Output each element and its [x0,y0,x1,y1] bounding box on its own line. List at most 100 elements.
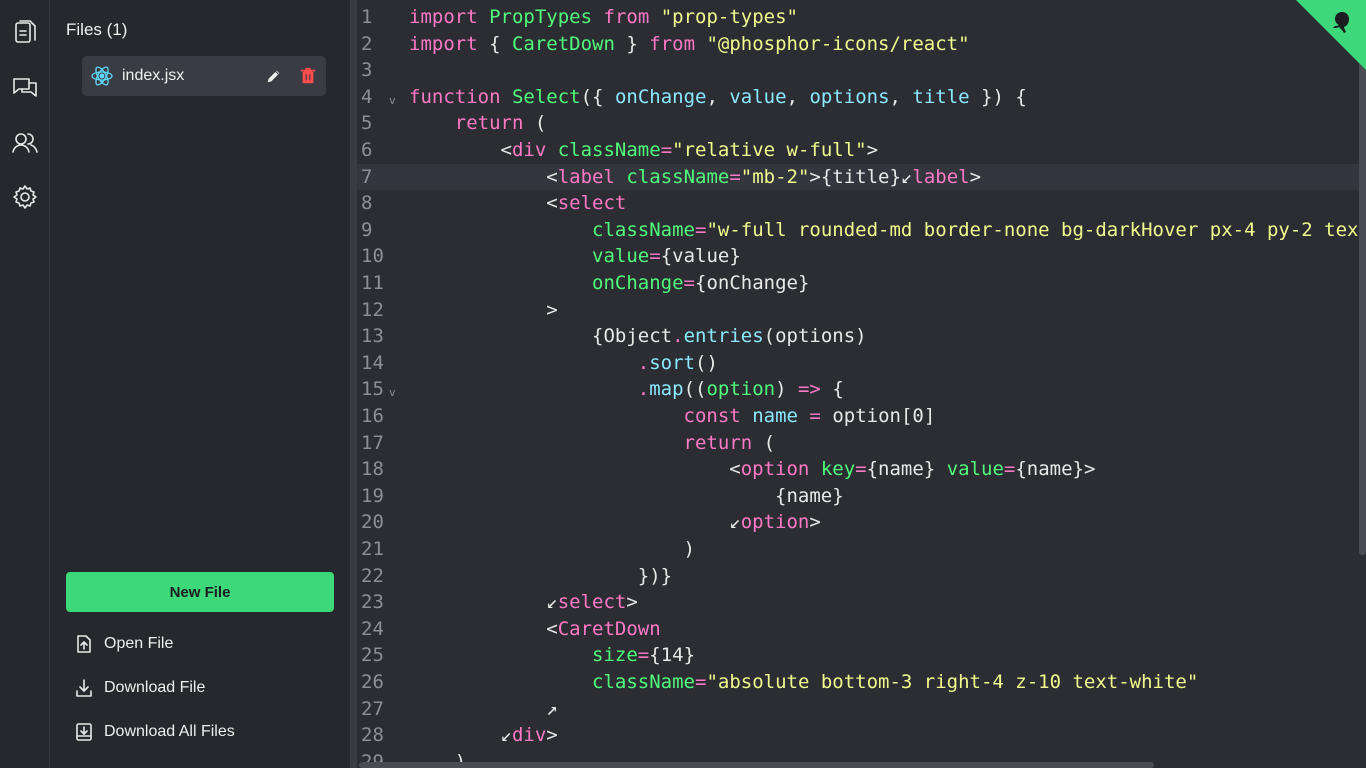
pencil-icon[interactable] [262,64,286,88]
line-number: 22 [361,564,384,587]
code-text: ↗ [409,697,558,720]
line-number: 15 [361,378,384,401]
code-line[interactable]: 18 <option key={name} value={name}> [357,456,1366,483]
code-line[interactable]: 7 <label className="mb-2">{title}↙label> [357,163,1366,191]
code-line[interactable]: 26 className="absolute bottom-3 right-4 … [357,669,1366,696]
code-line[interactable]: 23 ↙select> [357,589,1366,616]
code-line[interactable]: 16 const name = option[0] [357,403,1366,430]
line-number: 20 [361,511,384,534]
code-line[interactable]: 11 onChange={onChange} [357,270,1366,297]
line-number: 9 [361,218,373,241]
download-icon [76,679,92,697]
line-number: 8 [361,192,373,215]
code-text: ↙select> [409,591,638,614]
line-number: 1 [361,6,373,28]
code-line[interactable]: 21 ) [357,536,1366,563]
code-text: .map((option) => { [637,378,844,401]
code-text: value={value} [592,245,741,268]
line-number: 27 [361,697,384,720]
code-line[interactable]: 27 ↗ [357,696,1366,723]
download-all-files-button[interactable]: Download All Files [74,718,235,746]
line-number: 28 [361,724,384,747]
code-line[interactable]: 14 .sort() [357,350,1366,377]
code-line[interactable]: 9 className="w-full rounded-md border-no… [357,217,1366,244]
trash-icon[interactable] [296,64,320,88]
line-number: 2 [361,32,373,55]
code-line[interactable]: 20 ↙option> [357,509,1366,536]
files-icon[interactable] [9,16,41,48]
code-text: return ( [454,112,547,135]
line-number: 10 [361,245,384,268]
line-number: 13 [361,325,384,348]
line-number: 21 [361,538,384,560]
code-text: ↙option> [409,511,821,534]
code-text: > [409,298,558,321]
code-text: ↙div> [409,724,558,747]
code-text: const name = option[0] [683,405,936,427]
line-number: 16 [361,405,384,427]
vertical-scrollbar[interactable] [1359,0,1366,555]
code-line[interactable]: 1 import PropTypes from "prop-types" [357,4,1366,31]
code-line[interactable]: 24 <CaretDown [357,616,1366,643]
code-text: <CaretDown [409,617,661,640]
code-line[interactable]: 10 value={value} [357,243,1366,270]
code-line[interactable]: 28 ↙div> [357,722,1366,749]
tray-arrow-down-icon [76,723,92,741]
chat-icon[interactable] [9,72,41,104]
download-file-button[interactable]: Download File [74,674,205,702]
line-number: 25 [361,644,384,667]
code-line[interactable]: 15 v .map((option) => { [357,376,1366,403]
code-text: return ( [683,431,776,454]
code-line[interactable]: 22 })} [357,563,1366,590]
line-number: 11 [361,272,384,294]
users-icon[interactable] [9,127,41,159]
resize-handle[interactable] [350,0,357,768]
fold-chevron-icon[interactable]: v [389,88,396,115]
download-file-label: Download File [104,679,206,696]
new-file-button[interactable]: New File [66,572,334,612]
line-number: 12 [361,298,384,321]
line-number: 14 [361,351,384,374]
code-line[interactable]: 8 <select [357,190,1366,217]
line-number: 24 [361,617,384,640]
code-line[interactable]: 5 return ( [357,110,1366,137]
line-number: 5 [361,112,373,135]
code-line[interactable]: 3 [357,57,1366,84]
code-line[interactable]: 2 import { CaretDown } from "@phosphor-ic… [357,31,1366,58]
code-text: function Select({ onChange, value, optio… [409,85,1027,108]
code-text: <div className="relative w-full"> [409,139,879,161]
line-number: 23 [361,591,384,614]
code-line[interactable]: 4 v function Select({ onChange, value, opt… [357,84,1366,111]
fold-chevron-icon[interactable]: v [389,380,396,407]
file-arrow-up-icon [77,635,91,653]
code-line[interactable]: 12 > [357,297,1366,324]
code-text: import PropTypes from "prop-types" [409,6,798,28]
line-number: 3 [361,59,373,82]
open-file-label: Open File [104,635,174,652]
activity-bar [0,0,50,768]
file-sidebar: Files (1) index.jsx New File Open File D… [50,0,350,768]
open-file-button[interactable]: Open File [74,630,173,658]
code-text: import { CaretDown } from "@phosphor-ico… [409,32,970,55]
line-number: 7 [361,165,373,188]
code-editor[interactable]: 29 ) 28 ↙div> 27 ↗ 26 className="absolute b… [357,0,1366,768]
line-number: 4 [361,85,373,108]
gear-icon[interactable] [9,181,41,213]
code-line[interactable]: 13 {Object.entries(options) [357,323,1366,350]
react-icon [91,66,113,86]
code-line[interactable]: 17 return ( [357,430,1366,457]
code-line[interactable]: 6 <div className="relative w-full"> [357,137,1366,164]
line-number: 26 [361,671,384,693]
line-number: 17 [361,431,384,454]
github-corner-icon[interactable] [1296,0,1366,70]
download-all-label: Download All Files [104,723,235,740]
code-line[interactable]: 25 size={14} [357,642,1366,669]
code-text: onChange={onChange} [592,272,810,294]
horizontal-scrollbar[interactable] [359,762,1154,768]
code-line[interactable]: 19 {name} [357,483,1366,510]
code-text: })} [409,564,673,587]
file-item-index-jsx[interactable]: index.jsx [82,56,326,96]
code-text: className="absolute bottom-3 right-4 z-1… [592,671,1199,693]
line-number: 19 [361,484,384,507]
code-text: <select [409,192,627,215]
